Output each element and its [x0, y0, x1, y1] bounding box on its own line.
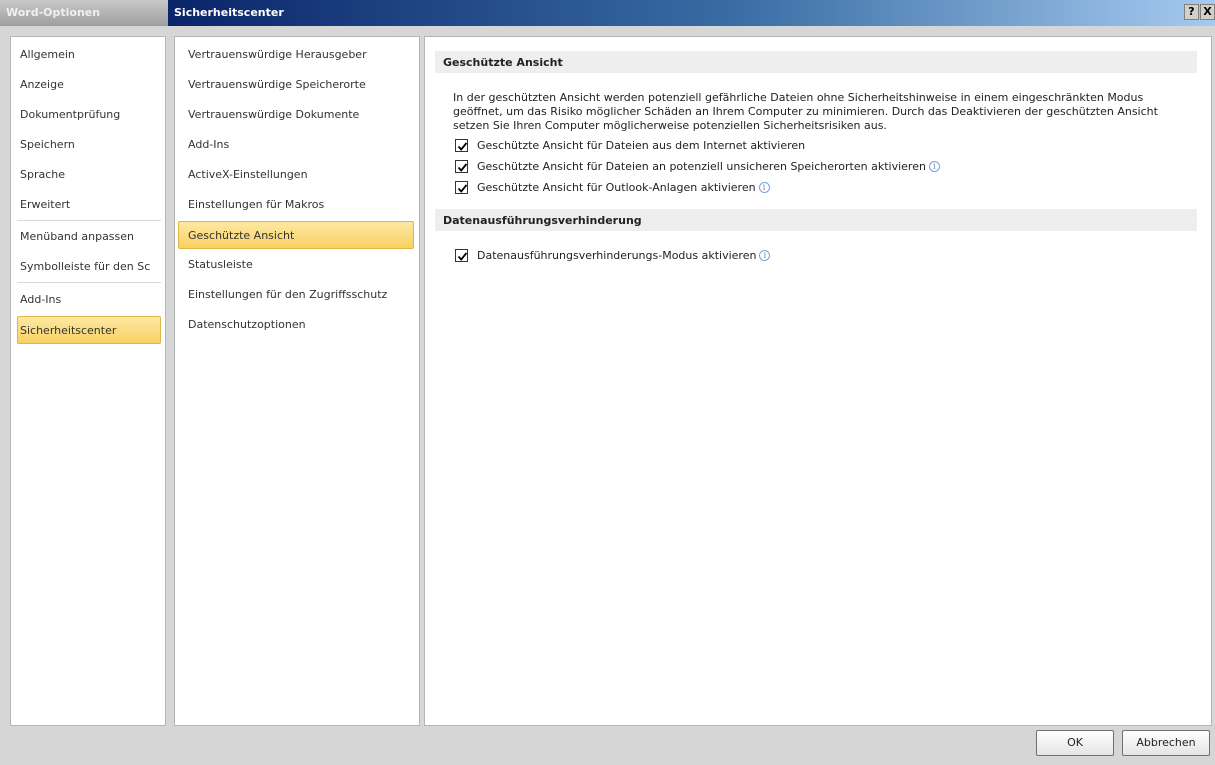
outer-nav-item-sprache[interactable]: Sprache — [17, 161, 161, 189]
outer-nav-item-symbolleiste[interactable]: Symbolleiste für den Sc — [17, 253, 161, 281]
outer-nav-item-anzeige[interactable]: Anzeige — [17, 71, 161, 99]
outer-nav-separator — [17, 220, 161, 221]
option-unsafe-locations-label: Geschützte Ansicht für Dateien an potenz… — [477, 159, 926, 173]
nav-item-statusleiste[interactable]: Statusleiste — [178, 251, 414, 279]
dialog-title: Sicherheitscenter — [168, 0, 1215, 26]
check-icon — [457, 183, 468, 193]
nav-item-dokumente[interactable]: Vertrauenswürdige Dokumente — [178, 101, 414, 129]
outer-nav-item-menueband[interactable]: Menüband anpassen — [17, 223, 161, 251]
nav-item-makros[interactable]: Einstellungen für Makros — [178, 191, 414, 219]
check-icon — [457, 141, 468, 151]
outer-nav-item-add-ins[interactable]: Add-Ins — [17, 286, 161, 314]
nav-item-geschuetzte-ansicht[interactable]: Geschützte Ansicht — [178, 221, 414, 249]
nav-item-activex[interactable]: ActiveX-Einstellungen — [178, 161, 414, 189]
option-dep-label: Datenausführungsverhinderungs-Modus akti… — [477, 248, 757, 262]
outer-nav-item-speichern[interactable]: Speichern — [17, 131, 161, 159]
option-dep[interactable]: Datenausführungsverhinderungs-Modus akti… — [455, 247, 771, 263]
checkbox-internet[interactable] — [455, 138, 468, 152]
help-button[interactable]: ? — [1184, 4, 1199, 20]
settings-panel: Geschützte Ansicht In der geschützten An… — [424, 36, 1212, 726]
option-outlook-label: Geschützte Ansicht für Outlook-Anlagen a… — [477, 180, 756, 194]
close-button[interactable]: X — [1200, 4, 1215, 20]
option-unsafe-locations[interactable]: Geschützte Ansicht für Dateien an potenz… — [455, 158, 940, 174]
check-icon — [457, 162, 468, 172]
checkbox-unsafe-locations[interactable] — [455, 159, 468, 173]
cancel-button[interactable]: Abbrechen — [1122, 730, 1210, 756]
outer-nav-separator — [17, 282, 161, 283]
outer-nav-item-sicherheitscenter[interactable]: Sicherheitscenter — [17, 316, 161, 344]
nav-item-datenschutz[interactable]: Datenschutzoptionen — [178, 311, 414, 339]
nav-item-speicherorte[interactable]: Vertrauenswürdige Speicherorte — [178, 71, 414, 99]
option-outlook[interactable]: Geschützte Ansicht für Outlook-Anlagen a… — [455, 179, 770, 195]
info-icon[interactable]: i — [758, 181, 770, 193]
dialog-nav-list: Vertrauenswürdige Herausgeber Vertrauens… — [174, 36, 420, 726]
section-header-geschuetzte-ansicht: Geschützte Ansicht — [435, 51, 1197, 73]
check-icon — [457, 251, 468, 261]
checkbox-outlook[interactable] — [455, 180, 468, 194]
section-description: In der geschützten Ansicht werden potenz… — [453, 91, 1158, 132]
outer-nav-item-erweitert[interactable]: Erweitert — [17, 191, 161, 219]
outer-nav-list: Allgemein Anzeige Dokumentprüfung Speich… — [10, 36, 166, 726]
outer-nav-item-allgemein[interactable]: Allgemein — [17, 41, 161, 69]
info-icon[interactable]: i — [928, 160, 940, 172]
info-icon[interactable]: i — [759, 249, 771, 261]
nav-item-zugriffsschutz[interactable]: Einstellungen für den Zugriffsschutz — [178, 281, 414, 309]
option-internet[interactable]: Geschützte Ansicht für Dateien aus dem I… — [455, 137, 805, 153]
outer-window-title: Word-Optionen — [0, 0, 168, 26]
nav-item-add-ins[interactable]: Add-Ins — [178, 131, 414, 159]
ok-button[interactable]: OK — [1036, 730, 1114, 756]
outer-nav-item-dokumentpruefung[interactable]: Dokumentprüfung — [17, 101, 161, 129]
nav-item-herausgeber[interactable]: Vertrauenswürdige Herausgeber — [178, 41, 414, 69]
checkbox-dep[interactable] — [455, 248, 468, 262]
option-internet-label: Geschützte Ansicht für Dateien aus dem I… — [477, 138, 806, 152]
section-header-dep: Datenausführungsverhinderung — [435, 209, 1197, 231]
